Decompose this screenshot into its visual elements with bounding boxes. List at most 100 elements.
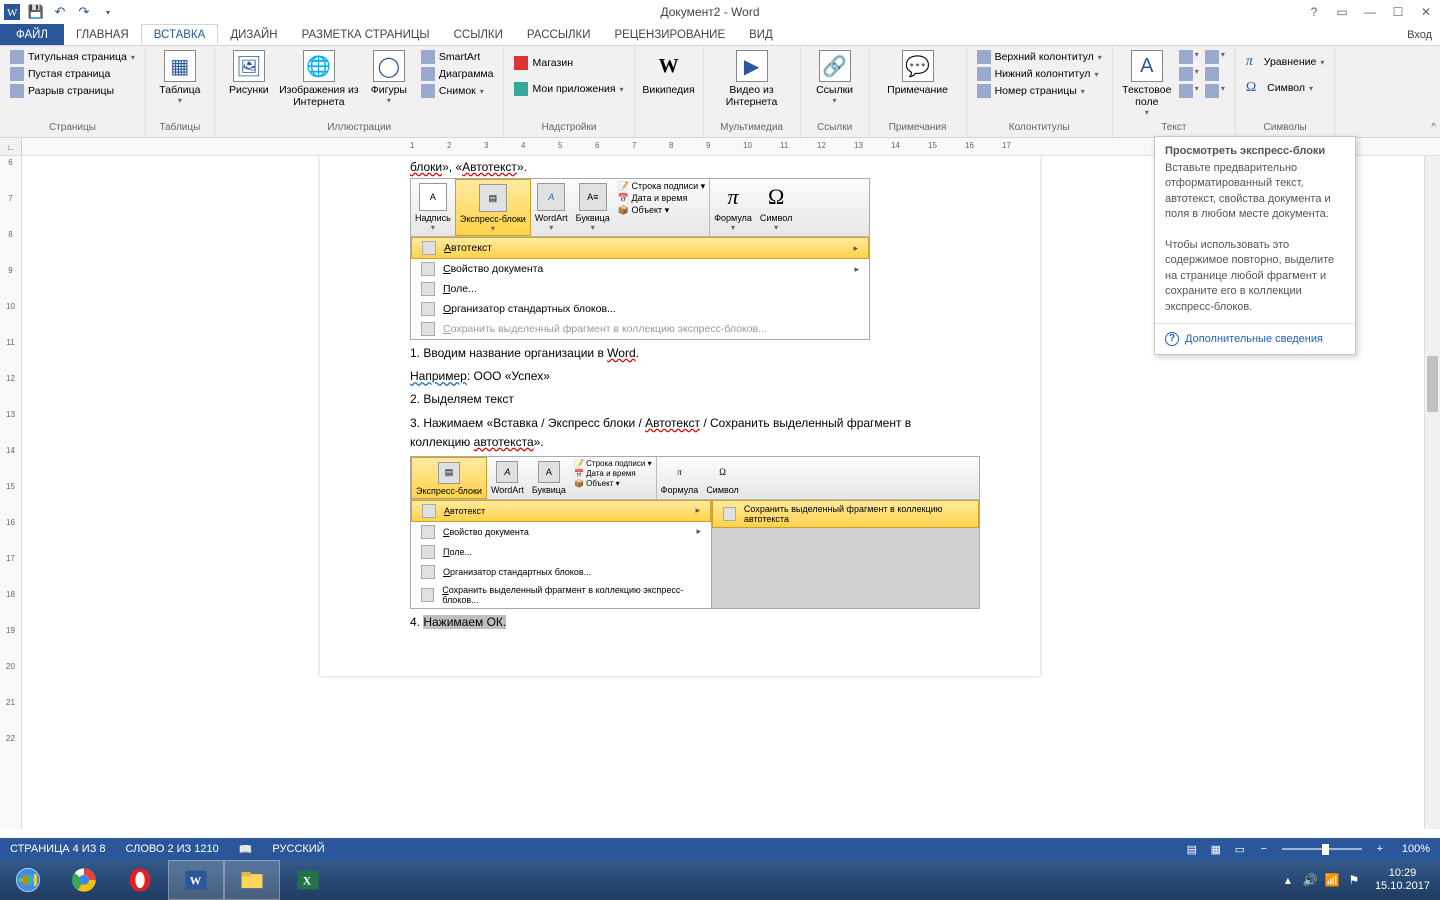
zoom-knob[interactable] — [1322, 844, 1329, 855]
redo-icon[interactable]: ↷ — [72, 0, 96, 24]
view-web-icon[interactable]: ▭ — [1228, 843, 1252, 856]
embedded-screenshot-2: ▤Экспресс-блоки AWordArt AБуквица 📝 Стро… — [410, 456, 980, 609]
close-icon[interactable]: ✕ — [1412, 5, 1440, 19]
smartart-button[interactable]: SmartArt — [421, 50, 494, 64]
tray-clock[interactable]: 10:2915.10.2017 — [1365, 867, 1440, 893]
status-page[interactable]: СТРАНИЦА 4 ИЗ 8 — [0, 843, 116, 855]
emb2-menu: Автотекст▸Свойство документа▸Поле...Орга… — [411, 500, 711, 608]
tab-view[interactable]: ВИД — [737, 24, 785, 45]
group-label: Страницы — [6, 122, 139, 135]
blank-page-button[interactable]: Пустая страница — [10, 67, 135, 81]
sign-in-link[interactable]: Вход — [1407, 24, 1440, 45]
table-button[interactable]: ▦Таблица▾ — [152, 48, 208, 105]
screenshot-icon — [421, 84, 435, 98]
page[interactable]: блоки», «Автотекст». AНадпись▾ ▤Экспресс… — [320, 156, 1040, 676]
tab-file[interactable]: ФАЙЛ — [0, 24, 64, 45]
scrollbar-vertical[interactable] — [1424, 156, 1440, 829]
chart-button[interactable]: Диаграмма — [421, 67, 494, 81]
scrollbar-thumb[interactable] — [1427, 356, 1438, 412]
view-print-icon[interactable]: ▤ — [1180, 843, 1204, 856]
undo-icon[interactable]: ↶ — [48, 0, 72, 24]
emb1-nadpis: AНадпись▾ — [411, 179, 455, 236]
tab-home[interactable]: ГЛАВНАЯ — [64, 24, 141, 45]
dropcap-icon[interactable] — [1179, 84, 1193, 98]
textbox-button[interactable]: AТекстовое поле▾ — [1119, 48, 1175, 117]
tab-references[interactable]: ССЫЛКИ — [442, 24, 515, 45]
group-label: Таблицы — [152, 122, 208, 135]
ribbon-display-icon[interactable]: ▭ — [1328, 5, 1356, 19]
tab-mailings[interactable]: РАССЫЛКИ — [515, 24, 603, 45]
equation-button[interactable]: π Уравнение ▾ — [1246, 54, 1325, 70]
tab-insert[interactable]: ВСТАВКА — [141, 24, 219, 45]
qat-customize-icon[interactable]: ▾ — [96, 0, 120, 24]
window-title: Документ2 - Word — [120, 5, 1300, 19]
taskbar-word[interactable]: W — [168, 860, 224, 900]
header-button[interactable]: Верхний колонтитул ▾ — [977, 50, 1102, 64]
taskbar-excel[interactable]: X — [280, 860, 336, 900]
comment-button[interactable]: 💬Примечание — [876, 48, 960, 96]
taskbar-opera[interactable] — [112, 860, 168, 900]
object-icon[interactable] — [1205, 84, 1219, 98]
store-button[interactable]: Магазин — [514, 56, 623, 70]
status-words[interactable]: СЛОВО 2 ИЗ 1210 — [116, 843, 229, 855]
video-icon: ▶ — [736, 50, 768, 82]
symbol-button[interactable]: Ω Символ ▾ — [1246, 80, 1325, 96]
tab-design[interactable]: ДИЗАЙН — [218, 24, 289, 45]
taskbar-chrome[interactable] — [56, 860, 112, 900]
collapse-ribbon-icon[interactable]: ^ — [1431, 122, 1436, 133]
screenshot-button[interactable]: Снимок ▾ — [421, 84, 494, 98]
zoom-slider[interactable] — [1282, 848, 1362, 850]
menu-item: Автотекст▸ — [411, 500, 711, 522]
pictures-button[interactable]: 🖼Рисунки — [221, 48, 277, 96]
emb2-bukvitsa: AБуквица — [528, 457, 570, 499]
wordart-icon[interactable] — [1179, 67, 1193, 81]
save-icon[interactable]: 💾 — [24, 0, 48, 24]
view-read-icon[interactable]: ▦ — [1204, 843, 1228, 856]
tab-review[interactable]: РЕЦЕНЗИРОВАНИЕ — [603, 24, 738, 45]
page-break-button[interactable]: Разрыв страницы — [10, 84, 135, 98]
table-icon: ▦ — [164, 50, 196, 82]
cover-page-button[interactable]: Титульная страница ▾ — [10, 50, 135, 64]
tooltip-more-link[interactable]: ?Дополнительные сведения — [1155, 323, 1355, 354]
zoom-level[interactable]: 100% — [1392, 843, 1440, 855]
tray-up-icon[interactable]: ▴ — [1277, 873, 1299, 887]
my-addins-button[interactable]: Мои приложения ▾ — [514, 82, 623, 96]
taskbar: W X ▴ 🔊 📶 ⚑ 10:2915.10.2017 — [0, 860, 1440, 900]
page-number-button[interactable]: Номер страницы ▾ — [977, 84, 1102, 98]
tab-selector-icon[interactable]: ∟ — [0, 138, 22, 156]
textbox-icon: A — [419, 183, 447, 211]
online-pictures-button[interactable]: 🌐Изображения из Интернета — [277, 48, 361, 108]
zoom-out-icon[interactable]: − — [1252, 843, 1276, 855]
tab-layout[interactable]: РАЗМЕТКА СТРАНИЦЫ — [290, 24, 442, 45]
tray-flag-icon[interactable]: ⚑ — [1343, 873, 1365, 887]
group-links: 🔗Ссылки▾ Ссылки — [801, 46, 870, 137]
group-label: Мультимедиа — [710, 122, 794, 135]
footer-button[interactable]: Нижний колонтитул ▾ — [977, 67, 1102, 81]
store-icon — [514, 56, 528, 70]
tray-volume-icon[interactable]: 🔊 — [1299, 873, 1321, 887]
links-button[interactable]: 🔗Ссылки▾ — [807, 48, 863, 105]
zoom-in-icon[interactable]: + — [1368, 843, 1392, 855]
break-icon — [10, 84, 24, 98]
wikipedia-button[interactable]: WВикипедия — [641, 48, 697, 96]
quick-parts-icon[interactable] — [1179, 50, 1193, 64]
tray-network-icon[interactable]: 📶 — [1321, 873, 1343, 887]
menu-item: Организатор стандартных блоков... — [411, 562, 711, 582]
pi-icon: π — [668, 461, 690, 483]
ruler-vertical[interactable]: 678910111213141516171819202122 — [0, 156, 22, 829]
ribbon: Титульная страница ▾ Пустая страница Раз… — [0, 46, 1440, 138]
minimize-icon[interactable]: — — [1356, 5, 1384, 19]
status-lang[interactable]: РУССКИЙ — [262, 843, 334, 855]
emb2-formula: πФормула — [657, 457, 703, 499]
shapes-button[interactable]: ◯Фигуры▾ — [361, 48, 417, 105]
taskbar-explorer[interactable] — [224, 860, 280, 900]
datetime-icon[interactable] — [1205, 67, 1219, 81]
maximize-icon[interactable]: ☐ — [1384, 5, 1412, 19]
start-button[interactable] — [0, 860, 56, 900]
help-icon[interactable]: ? — [1300, 5, 1328, 19]
signature-icon[interactable] — [1205, 50, 1219, 64]
pi-icon: π — [719, 183, 747, 211]
status-proofing-icon[interactable]: 📖 — [229, 843, 263, 856]
title-bar: W 💾 ↶ ↷ ▾ Документ2 - Word ? ▭ — ☐ ✕ — [0, 0, 1440, 24]
online-video-button[interactable]: ▶Видео из Интернета — [710, 48, 794, 108]
